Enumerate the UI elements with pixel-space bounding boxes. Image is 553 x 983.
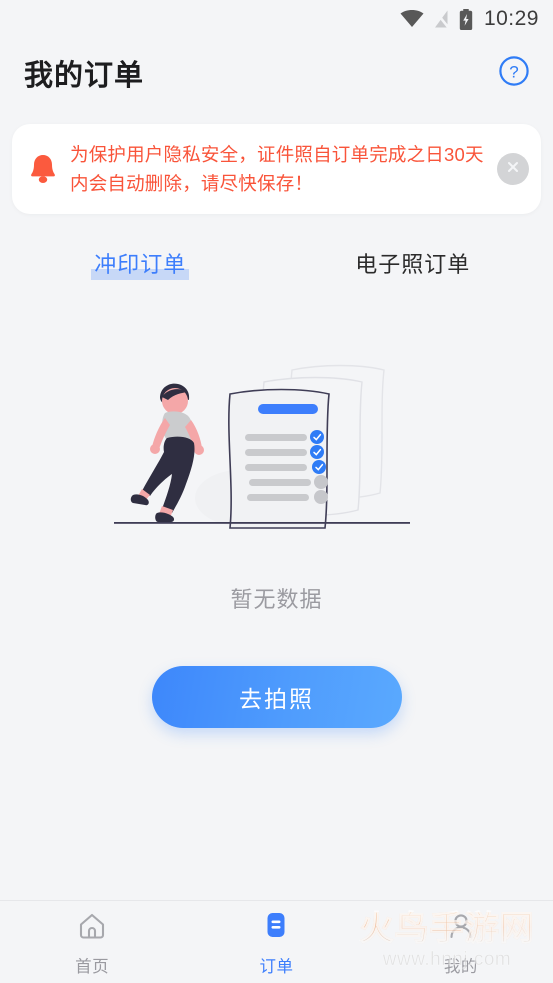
take-photo-button[interactable]: 去拍照	[151, 666, 402, 728]
close-icon	[505, 159, 521, 180]
status-bar: 10:29	[0, 0, 553, 38]
tab-print-orders-label: 冲印订单	[91, 247, 190, 280]
page-title: 我的订单	[24, 60, 145, 92]
orders-icon	[260, 911, 292, 946]
empty-state-illustration	[112, 348, 442, 548]
status-time: 10:29	[483, 7, 539, 30]
home-icon	[76, 911, 108, 946]
nav-item-home[interactable]: 首页	[0, 901, 184, 983]
wifi-icon	[400, 10, 424, 28]
question-circle-icon: ?	[498, 55, 530, 92]
battery-charging-icon	[459, 8, 473, 30]
svg-text:?: ?	[509, 62, 518, 81]
app-header: 我的订单 ?	[0, 38, 553, 108]
empty-state: 暂无数据 去拍照	[0, 348, 553, 728]
empty-state-text: 暂无数据	[230, 587, 323, 612]
nav-item-profile-label: 我的	[443, 958, 478, 976]
notice-close-button[interactable]	[497, 153, 529, 185]
notice-text: 为保护用户隐私安全，证件照自订单完成之日30天内会自动删除，请尽快保存！	[70, 144, 484, 194]
tab-digital-photo-orders[interactable]: 电子照订单	[277, 236, 550, 280]
help-button[interactable]: ?	[497, 55, 531, 92]
privacy-notice-banner: 为保护用户隐私安全，证件照自订单完成之日30天内会自动删除，请尽快保存！	[12, 124, 541, 214]
tab-digital-photo-orders-label: 电子照订单	[355, 252, 471, 277]
tab-print-orders[interactable]: 冲印订单	[4, 236, 277, 280]
person-icon	[445, 911, 477, 946]
bell-icon	[26, 153, 60, 185]
bottom-navigation: 首页 订单 我的	[0, 900, 553, 983]
nav-item-home-label: 首页	[75, 958, 110, 976]
nav-item-profile[interactable]: 我的	[369, 901, 553, 983]
order-type-tabs: 冲印订单 电子照订单	[0, 236, 553, 280]
nav-item-orders[interactable]: 订单	[184, 901, 368, 983]
nav-item-orders-label: 订单	[259, 958, 294, 976]
no-signal-icon	[433, 9, 450, 29]
